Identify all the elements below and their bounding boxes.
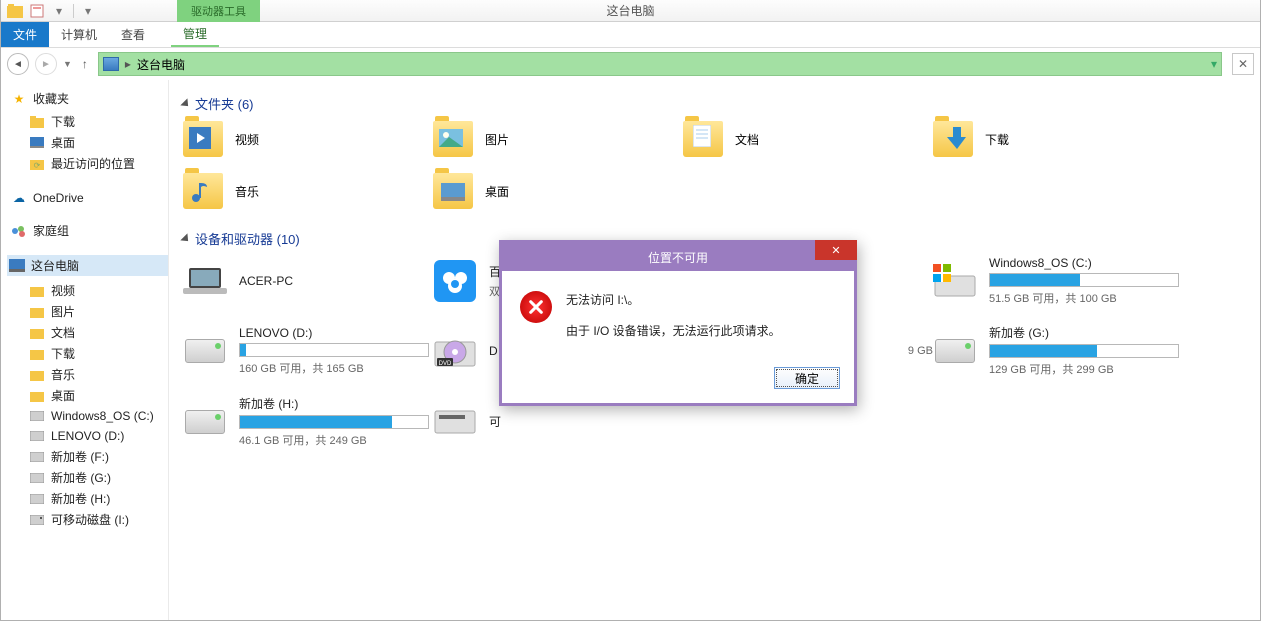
pc-icon: [9, 258, 25, 274]
sidebar-item-videos[interactable]: 视频: [11, 280, 168, 301]
back-button[interactable]: ◄: [7, 53, 29, 75]
address-dropdown-icon[interactable]: ▾: [1211, 57, 1217, 71]
sidebar-item-downloads[interactable]: 下载: [11, 111, 168, 132]
qat-dropdown-icon[interactable]: ▾: [51, 3, 67, 19]
folder-documents[interactable]: 文档: [683, 121, 933, 157]
sidebar-item-pictures[interactable]: 图片: [11, 301, 168, 322]
folder-videos[interactable]: 视频: [183, 121, 433, 157]
collapse-icon: [180, 233, 191, 244]
baidu-cloud-icon: [433, 264, 477, 298]
breadcrumb-sep-icon: ▸: [125, 57, 131, 71]
sidebar-item-drive-d[interactable]: LENOVO (D:): [11, 426, 168, 446]
folder-icon: [29, 367, 45, 383]
pc-icon: [103, 57, 119, 71]
folder-icon: [29, 388, 45, 404]
hdd-icon: [933, 334, 977, 368]
contextual-tab-label: 驱动器工具: [177, 0, 260, 22]
recent-icon: ⟳: [29, 156, 45, 172]
dialog-titlebar[interactable]: 位置不可用 ✕: [502, 243, 854, 271]
drive-icon: [29, 470, 45, 486]
forward-button[interactable]: ►: [35, 53, 57, 75]
removable-icon: [29, 512, 45, 528]
sidebar-item-recent[interactable]: ⟳最近访问的位置: [11, 153, 168, 174]
sidebar-item-drive-h[interactable]: 新加卷 (H:): [11, 488, 168, 509]
sidebar-item-music[interactable]: 音乐: [11, 364, 168, 385]
up-button[interactable]: ↑: [78, 57, 92, 71]
folder-music[interactable]: 音乐: [183, 173, 433, 209]
homegroup-icon: [11, 223, 27, 239]
sidebar-item-desktop2[interactable]: 桌面: [11, 385, 168, 406]
svg-text:⟳: ⟳: [34, 161, 41, 170]
sidebar-item-drive-g[interactable]: 新加卷 (G:): [11, 467, 168, 488]
ribbon-tabs: 文件 计算机 查看 管理: [1, 22, 1260, 48]
dialog-title: 位置不可用: [502, 249, 854, 266]
tab-manage[interactable]: 管理: [171, 22, 219, 47]
folder-downloads[interactable]: 下载: [933, 121, 1183, 157]
device-drive-g[interactable]: 新加卷 (G:)129 GB 可用，共 299 GB: [933, 324, 1183, 377]
folder-icon: [29, 283, 45, 299]
refresh-stop-button[interactable]: ✕: [1232, 53, 1254, 75]
dialog-close-button[interactable]: ✕: [815, 240, 857, 260]
star-icon: ★: [11, 91, 27, 107]
drive-icon: [29, 449, 45, 465]
sidebar-this-pc[interactable]: 这台电脑: [7, 255, 168, 276]
qat-overflow-icon[interactable]: ▾: [80, 3, 96, 19]
properties-icon[interactable]: [29, 3, 45, 19]
sidebar-item-documents[interactable]: 文档: [11, 322, 168, 343]
sidebar-item-drive-i[interactable]: 可移动磁盘 (I:): [11, 509, 168, 530]
title-bar: ▾ ▾ 驱动器工具 这台电脑: [1, 0, 1260, 22]
tab-view[interactable]: 查看: [109, 22, 157, 47]
folder-desktop[interactable]: 桌面: [433, 173, 683, 209]
removable-drive-icon: [433, 405, 477, 439]
nav-pane: ★ 收藏夹 下载 桌面 ⟳最近访问的位置 ☁ OneDrive 家庭组 这台电脑: [1, 80, 169, 620]
drive-icon: [29, 408, 45, 424]
cloud-icon: ☁: [11, 190, 27, 206]
desktop-icon: [29, 135, 45, 151]
sidebar-item-downloads2[interactable]: 下载: [11, 343, 168, 364]
tab-computer[interactable]: 计算机: [49, 22, 109, 47]
sidebar-item-drive-f[interactable]: 新加卷 (F:): [11, 446, 168, 467]
dvd-icon: DVD: [433, 334, 477, 368]
tab-file[interactable]: 文件: [1, 22, 49, 47]
device-drive-c[interactable]: Windows8_OS (C:)51.5 GB 可用，共 100 GB: [933, 256, 1183, 306]
sidebar-favorites[interactable]: ★ 收藏夹: [11, 90, 168, 107]
explorer-icon: [7, 3, 23, 19]
folder-icon: [29, 346, 45, 362]
folder-icon: [29, 304, 45, 320]
recent-dropdown-icon[interactable]: ▼: [63, 59, 72, 69]
device-acer-pc[interactable]: ACER-PC: [183, 256, 433, 306]
folder-icon: [29, 325, 45, 341]
breadcrumb[interactable]: 这台电脑: [137, 56, 185, 73]
drive-icon: [29, 491, 45, 507]
folder-pictures[interactable]: 图片: [433, 121, 683, 157]
device-drive-h[interactable]: 新加卷 (H:)46.1 GB 可用，共 249 GB: [183, 395, 433, 448]
ok-button[interactable]: 确定: [774, 367, 840, 389]
sidebar-onedrive[interactable]: ☁ OneDrive: [11, 190, 168, 206]
sidebar-item-drive-c[interactable]: Windows8_OS (C:): [11, 406, 168, 426]
hdd-icon: [183, 334, 227, 368]
sidebar-item-desktop[interactable]: 桌面: [11, 132, 168, 153]
windows-drive-icon: [933, 264, 977, 298]
nav-bar: ◄ ► ▼ ↑ ▸ 这台电脑 ▾ ✕: [1, 48, 1260, 80]
address-bar[interactable]: ▸ 这台电脑 ▾: [98, 52, 1222, 76]
laptop-icon: [183, 264, 227, 298]
error-icon: [520, 291, 552, 323]
folder-icon: [29, 114, 45, 130]
section-folders[interactable]: 文件夹 (6): [183, 94, 1246, 113]
svg-text:DVD: DVD: [439, 361, 452, 367]
collapse-icon: [180, 98, 191, 109]
hdd-icon: [183, 405, 227, 439]
error-dialog: 位置不可用 ✕ 无法访问 I:\。 由于 I/O 设备错误，无法运行此项请求。 …: [499, 240, 857, 406]
dialog-message: 无法访问 I:\。 由于 I/O 设备错误，无法运行此项请求。: [566, 291, 781, 353]
sidebar-homegroup[interactable]: 家庭组: [11, 222, 168, 239]
window-title: 这台电脑: [606, 2, 654, 19]
quick-access-toolbar: ▾ ▾: [1, 3, 102, 19]
device-drive-d[interactable]: LENOVO (D:)160 GB 可用，共 165 GB: [183, 324, 433, 377]
drive-icon: [29, 428, 45, 444]
